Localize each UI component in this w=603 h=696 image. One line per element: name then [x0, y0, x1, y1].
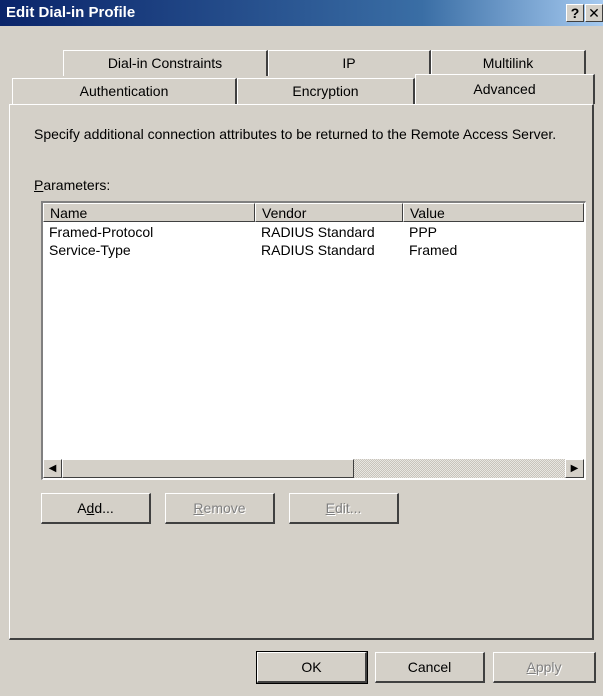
title-bar[interactable]: Edit Dial-in Profile ? ✕: [0, 0, 603, 26]
cell-name: Service-Type: [49, 242, 131, 258]
tab-ip[interactable]: IP: [268, 50, 431, 76]
cell-vendor: RADIUS Standard: [261, 242, 375, 258]
list-header: Name Vendor Value: [43, 203, 584, 222]
scroll-right-icon[interactable]: ▶: [565, 459, 584, 478]
advanced-panel: Specify additional connection attributes…: [9, 104, 594, 640]
column-header-vendor[interactable]: Vendor: [255, 203, 403, 222]
cell-value: Framed: [409, 242, 458, 258]
window-title: Edit Dial-in Profile: [6, 4, 136, 21]
table-row[interactable]: Framed-Protocol RADIUS Standard PPP: [43, 223, 584, 241]
horizontal-scrollbar[interactable]: ◀ ▶: [43, 459, 584, 478]
help-button[interactable]: ?: [566, 4, 584, 22]
close-button[interactable]: ✕: [585, 4, 603, 22]
column-header-value[interactable]: Value: [403, 203, 584, 222]
description-text: Specify additional connection attributes…: [34, 126, 557, 142]
parameters-list[interactable]: Name Vendor Value Framed-Protocol RADIUS…: [41, 201, 586, 480]
tab-advanced[interactable]: Advanced: [415, 74, 595, 104]
cell-vendor: RADIUS Standard: [261, 224, 375, 240]
column-header-name[interactable]: Name: [43, 203, 255, 222]
scroll-thumb[interactable]: [62, 459, 354, 478]
edit-button[interactable]: Edit...: [289, 493, 399, 524]
remove-button[interactable]: Remove: [165, 493, 275, 524]
parameters-label-rest: arameters:: [43, 177, 111, 193]
cancel-button[interactable]: Cancel: [375, 652, 485, 683]
tab-encryption[interactable]: Encryption: [237, 78, 415, 104]
parameters-label: Parameters:: [34, 177, 111, 193]
cell-value: PPP: [409, 224, 438, 240]
tab-authentication[interactable]: Authentication: [12, 78, 237, 104]
apply-button[interactable]: Apply: [493, 652, 596, 683]
tab-dial-in-constraints[interactable]: Dial-in Constraints: [63, 50, 268, 76]
add-button[interactable]: Add...: [41, 493, 151, 524]
tab-multilink[interactable]: Multilink: [431, 50, 586, 76]
cell-name: Framed-Protocol: [49, 224, 154, 240]
table-row[interactable]: Service-Type RADIUS Standard Framed: [43, 241, 584, 259]
scroll-left-icon[interactable]: ◀: [43, 459, 62, 478]
ok-button[interactable]: OK: [256, 651, 368, 684]
dialog-window: Edit Dial-in Profile ? ✕ Dial-in Constra…: [0, 0, 603, 696]
